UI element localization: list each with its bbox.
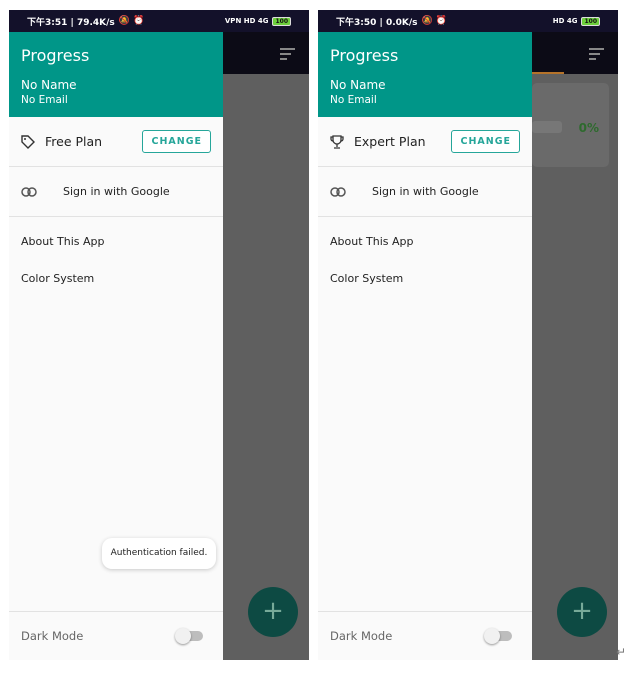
phone-screen-right: 下午3:50 | 0.0K/s 🔕 ⏰ HD 4G 100 0% + Progress… (318, 10, 618, 660)
status-bar: 下午3:50 | 0.0K/s 🔕 ⏰ HD 4G 100 (318, 10, 618, 32)
dark-mode-row: Dark Mode (9, 611, 223, 660)
menu-item-color-system[interactable]: Color System (9, 260, 223, 297)
plan-label: Free Plan (45, 134, 103, 149)
network-icons: HD 4G (552, 17, 578, 25)
menu-item-about[interactable]: About This App (9, 223, 223, 260)
app-title: Progress (330, 46, 399, 65)
menu-item-color-system[interactable]: Color System (318, 260, 532, 297)
plan-label: Expert Plan (354, 134, 426, 149)
navigation-drawer: Progress No Name No Email Expert Plan CH… (318, 32, 532, 660)
sign-in-google-item[interactable]: Sign in with Google (318, 167, 532, 217)
change-plan-button[interactable]: CHANGE (451, 130, 520, 153)
trophy-icon (330, 134, 344, 149)
status-bar: 下午3:51 | 79.4K/s 🔕 ⏰ VPN HD 4G 100 (9, 10, 309, 32)
user-email: No Email (330, 94, 377, 106)
return-mark-icon: ↵ (616, 645, 627, 659)
add-fab-button[interactable]: + (248, 587, 298, 637)
dark-mode-toggle[interactable] (484, 628, 512, 644)
tag-icon (21, 134, 35, 149)
sign-in-google-item[interactable]: Sign in with Google (9, 167, 223, 217)
menu-item-about[interactable]: About This App (318, 223, 532, 260)
change-plan-button[interactable]: CHANGE (142, 130, 211, 153)
status-time: 下午3:51 | 79.4K/s (27, 17, 115, 28)
add-fab-button[interactable]: + (557, 587, 607, 637)
drawer-header: Progress No Name No Email (9, 32, 223, 117)
battery-icon: 100 (581, 16, 600, 26)
sign-in-label: Sign in with Google (63, 185, 170, 198)
dark-mode-label: Dark Mode (21, 629, 84, 643)
mute-alarm-icons: 🔕 ⏰ (118, 16, 145, 26)
phone-screen-left: 下午3:51 | 79.4K/s 🔕 ⏰ VPN HD 4G 100 + Progre… (9, 10, 309, 660)
sort-icon[interactable] (589, 48, 604, 63)
app-title: Progress (21, 46, 90, 65)
dark-mode-toggle[interactable] (175, 628, 203, 644)
drawer-header: Progress No Name No Email (318, 32, 532, 117)
progress-card[interactable]: 0% (532, 83, 609, 167)
sort-icon[interactable] (280, 48, 295, 63)
progress-bar (532, 121, 562, 133)
user-email: No Email (21, 94, 68, 106)
dark-mode-row: Dark Mode (318, 611, 532, 660)
network-icons: VPN HD 4G (224, 17, 269, 25)
status-time: 下午3:50 | 0.0K/s (336, 17, 418, 28)
link-icon (330, 186, 346, 197)
mute-alarm-icons: 🔕 ⏰ (421, 16, 448, 26)
progress-indicator (532, 72, 564, 74)
user-name: No Name (330, 78, 386, 92)
sign-in-label: Sign in with Google (372, 185, 479, 198)
user-name: No Name (21, 78, 77, 92)
link-icon (21, 186, 37, 197)
plan-row: Free Plan CHANGE (9, 117, 223, 167)
toast-message: Authentication failed. (102, 538, 216, 569)
plan-row: Expert Plan CHANGE (318, 117, 532, 167)
progress-percent: 0% (578, 121, 599, 135)
battery-icon: 100 (272, 16, 291, 26)
dark-mode-label: Dark Mode (330, 629, 393, 643)
